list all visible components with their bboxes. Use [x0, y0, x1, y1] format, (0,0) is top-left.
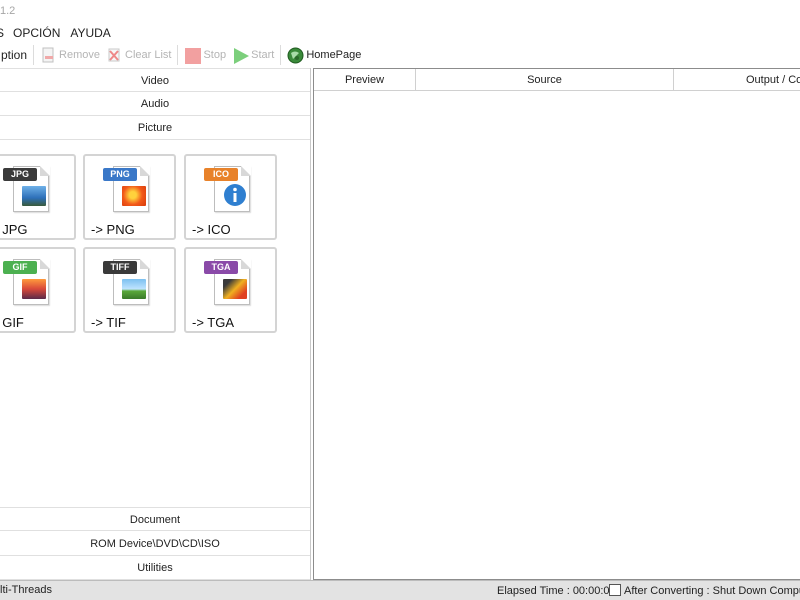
- start-button[interactable]: Start: [229, 44, 277, 66]
- jpg-file-icon: JPG: [3, 162, 53, 214]
- ico-label: -> ICO: [192, 222, 231, 237]
- tga-tag: TGA: [204, 261, 238, 274]
- toolbar-separator: [33, 45, 35, 65]
- format-tile-tga[interactable]: TGA -> TGA: [184, 247, 277, 333]
- window-title: 1.2: [0, 5, 16, 17]
- remove-icon: [40, 47, 56, 63]
- column-header-preview[interactable]: Preview: [314, 69, 416, 91]
- jpg-label: > JPG: [0, 222, 28, 237]
- start-icon: [232, 47, 250, 64]
- tga-file-icon: TGA: [204, 255, 254, 307]
- after-converting-label: After Converting : Shut Down Compu: [624, 585, 800, 597]
- stop-label: Stop: [203, 49, 227, 61]
- category-document[interactable]: Document: [0, 507, 310, 531]
- tga-label: -> TGA: [192, 315, 235, 330]
- option-button[interactable]: ption: [0, 44, 30, 66]
- jpg-tag: JPG: [3, 168, 37, 181]
- stop-icon: [184, 47, 202, 64]
- conversion-list[interactable]: Preview Source Output / Co: [313, 68, 800, 580]
- category-rom-device[interactable]: ROM Device\DVD\CD\ISO: [0, 532, 310, 556]
- png-label: -> PNG: [91, 222, 135, 237]
- format-tile-gif[interactable]: GIF > GIF: [0, 247, 76, 333]
- clear-list-button[interactable]: Clear List: [103, 44, 174, 66]
- menu-item-partial[interactable]: S: [0, 26, 4, 40]
- format-tile-jpg[interactable]: JPG > JPG: [0, 154, 76, 240]
- format-tile-tif[interactable]: TIFF -> TIF: [83, 247, 176, 333]
- toolbar-separator: [280, 45, 282, 65]
- ico-tag: ICO: [204, 168, 238, 181]
- column-header-source[interactable]: Source: [416, 69, 674, 91]
- gif-label: > GIF: [0, 315, 24, 330]
- status-bar: lti-Threads Elapsed Time : 00:00:00 Afte…: [0, 580, 800, 600]
- elapsed-time: Elapsed Time : 00:00:00: [497, 585, 616, 597]
- category-picture[interactable]: Picture: [0, 116, 310, 140]
- clear-icon: [106, 47, 122, 63]
- info-icon: [224, 184, 246, 206]
- globe-icon: [287, 47, 304, 64]
- format-tile-png[interactable]: PNG -> PNG: [83, 154, 176, 240]
- stop-button[interactable]: Stop: [181, 44, 229, 66]
- menu-item-ayuda[interactable]: AYUDA: [70, 26, 110, 40]
- remove-button[interactable]: Remove: [37, 44, 103, 66]
- tiff-file-icon: TIFF: [103, 255, 153, 307]
- menu-item-opcion[interactable]: OPCIÓN: [13, 26, 60, 40]
- tiff-tag: TIFF: [103, 261, 137, 274]
- remove-label: Remove: [59, 49, 100, 61]
- png-tag: PNG: [103, 168, 137, 181]
- format-tile-ico[interactable]: ICO -> ICO: [184, 154, 277, 240]
- category-video[interactable]: Video: [0, 68, 310, 92]
- ico-file-icon: ICO: [204, 162, 254, 214]
- category-panel: Video Audio Picture JPG > JPG PNG -> PNG…: [0, 68, 311, 580]
- gif-file-icon: GIF: [3, 255, 53, 307]
- png-file-icon: PNG: [103, 162, 153, 214]
- homepage-label: HomePage: [306, 49, 362, 61]
- toolbar-separator: [177, 45, 179, 65]
- start-label: Start: [251, 49, 275, 61]
- multi-threads-label[interactable]: lti-Threads: [0, 584, 52, 596]
- menu-bar: S OPCIÓN AYUDA: [0, 24, 121, 42]
- option-label: ption: [1, 48, 28, 62]
- shutdown-checkbox[interactable]: [609, 584, 621, 596]
- category-utilities[interactable]: Utilities: [0, 556, 310, 580]
- homepage-button[interactable]: HomePage: [284, 44, 364, 66]
- column-header-output[interactable]: Output / Co: [674, 69, 800, 91]
- category-audio[interactable]: Audio: [0, 92, 310, 116]
- tif-label: -> TIF: [91, 315, 126, 330]
- clear-list-label: Clear List: [125, 49, 172, 61]
- gif-tag: GIF: [3, 261, 37, 274]
- toolbar: ption Remove Clear List Stop Start HomeP…: [0, 43, 800, 67]
